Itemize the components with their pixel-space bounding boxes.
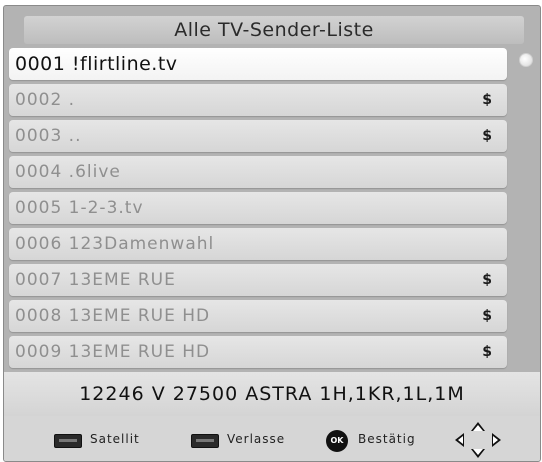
exit-key-icon[interactable] (191, 434, 219, 448)
channel-label: 0009 13EME RUE HD (15, 342, 211, 362)
ok-button-icon[interactable]: OK (326, 430, 348, 452)
page-title: Alle TV-Sender-Liste (24, 16, 524, 44)
satellite-key-icon[interactable] (54, 434, 82, 448)
channel-row[interactable]: 0009 13EME RUE HD $ (9, 336, 507, 368)
channel-row[interactable]: 0004 .6live (9, 156, 507, 188)
navigation-arrows-icon[interactable] (452, 420, 504, 460)
exit-hint: Verlasse (227, 432, 286, 446)
satellite-hint: Satellit (90, 432, 140, 446)
channel-label: 0005 1-2-3.tv (15, 198, 144, 218)
pay-tv-badge: $ (482, 308, 493, 324)
channel-label: 0004 .6live (15, 162, 121, 182)
channel-row[interactable]: 0001 !flirtline.tv (9, 48, 507, 80)
channel-list: 0001 !flirtline.tv 0002 . $ 0003 .. $ 00… (9, 48, 514, 368)
channel-list-screen: Alle TV-Sender-Liste 0001 !flirtline.tv … (3, 5, 541, 462)
channel-label: 0002 . (15, 90, 76, 110)
channel-label: 0007 13EME RUE (15, 270, 176, 290)
channel-row[interactable]: 0006 123Damenwahl (9, 228, 507, 260)
confirm-hint: Bestätig (358, 432, 416, 446)
channel-row[interactable]: 0008 13EME RUE HD $ (9, 300, 507, 332)
transponder-info: 12246 V 27500 ASTRA 1H,1KR,1L,1M (4, 372, 540, 416)
channel-row[interactable]: 0002 . $ (9, 84, 507, 116)
channel-label: 0003 .. (15, 126, 82, 146)
channel-row[interactable]: 0005 1-2-3.tv (9, 192, 507, 224)
scroll-dot-icon[interactable] (519, 53, 533, 67)
pay-tv-badge: $ (482, 128, 493, 144)
pay-tv-badge: $ (482, 92, 493, 108)
channel-row[interactable]: 0003 .. $ (9, 120, 507, 152)
pay-tv-badge: $ (482, 344, 493, 360)
channel-row[interactable]: 0007 13EME RUE $ (9, 264, 507, 296)
channel-label: 0001 !flirtline.tv (15, 53, 178, 75)
pay-tv-badge: $ (482, 272, 493, 288)
channel-label: 0006 123Damenwahl (15, 234, 215, 254)
help-bar: Satellit Verlasse OK Bestätig (4, 416, 540, 461)
channel-label: 0008 13EME RUE HD (15, 306, 211, 326)
